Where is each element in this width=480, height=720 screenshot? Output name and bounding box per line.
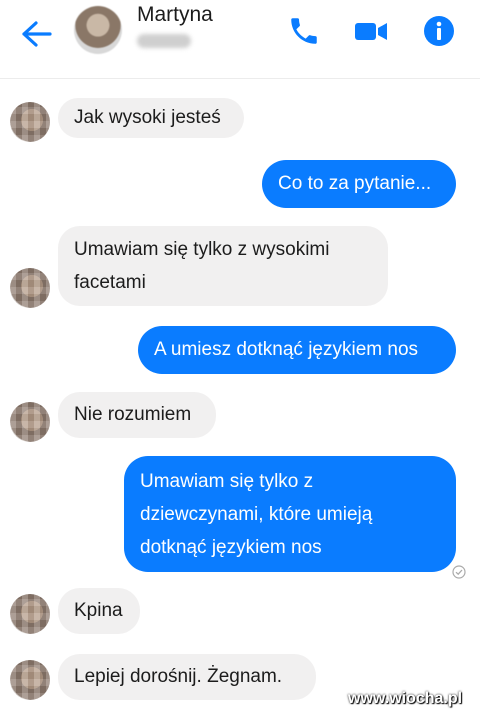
call-button[interactable] bbox=[287, 14, 321, 48]
message-line: Umawiam się tylko z bbox=[140, 471, 314, 492]
message-line: dotknąć językiem nos bbox=[140, 537, 322, 558]
info-button[interactable] bbox=[422, 14, 456, 48]
contact-status-blurred bbox=[137, 34, 191, 48]
seen-check-icon bbox=[452, 565, 466, 579]
message-outgoing[interactable]: Co to za pytanie... bbox=[262, 160, 456, 208]
message-incoming[interactable]: Nie rozumiem bbox=[58, 392, 216, 438]
message-outgoing[interactable]: A umiesz dotknąć językiem nos bbox=[138, 326, 456, 374]
contact-avatar-small bbox=[10, 660, 50, 700]
video-camera-icon bbox=[355, 23, 387, 40]
conversation-header: Martyna bbox=[0, 0, 480, 79]
info-icon bbox=[424, 16, 454, 46]
contact-avatar-small bbox=[10, 268, 50, 308]
message-line: dziewczynami, które umieją bbox=[140, 504, 373, 525]
message-incoming[interactable]: Kpina bbox=[58, 588, 140, 634]
message-line: facetami bbox=[74, 272, 146, 293]
contact-avatar-small bbox=[10, 594, 50, 634]
message-incoming[interactable]: Jak wysoki jesteś bbox=[58, 98, 244, 138]
contact-avatar[interactable] bbox=[74, 6, 122, 54]
back-button[interactable] bbox=[18, 18, 54, 50]
back-arrow-icon bbox=[22, 21, 52, 47]
contact-name[interactable]: Martyna bbox=[137, 3, 213, 27]
watermark: www.wiocha.pl bbox=[348, 690, 463, 707]
contact-avatar-small bbox=[10, 102, 50, 142]
message-outgoing[interactable]: Umawiam się tylko z dziewczynami, które … bbox=[124, 456, 456, 572]
contact-avatar-small bbox=[10, 402, 50, 442]
message-incoming[interactable]: Lepiej dorośnij. Żegnam. bbox=[58, 654, 316, 700]
phone-icon bbox=[291, 18, 317, 44]
video-call-button[interactable] bbox=[352, 14, 390, 48]
message-line: Umawiam się tylko z wysokimi bbox=[74, 239, 330, 260]
message-incoming[interactable]: Umawiam się tylko z wysokimi facetami bbox=[58, 226, 388, 306]
